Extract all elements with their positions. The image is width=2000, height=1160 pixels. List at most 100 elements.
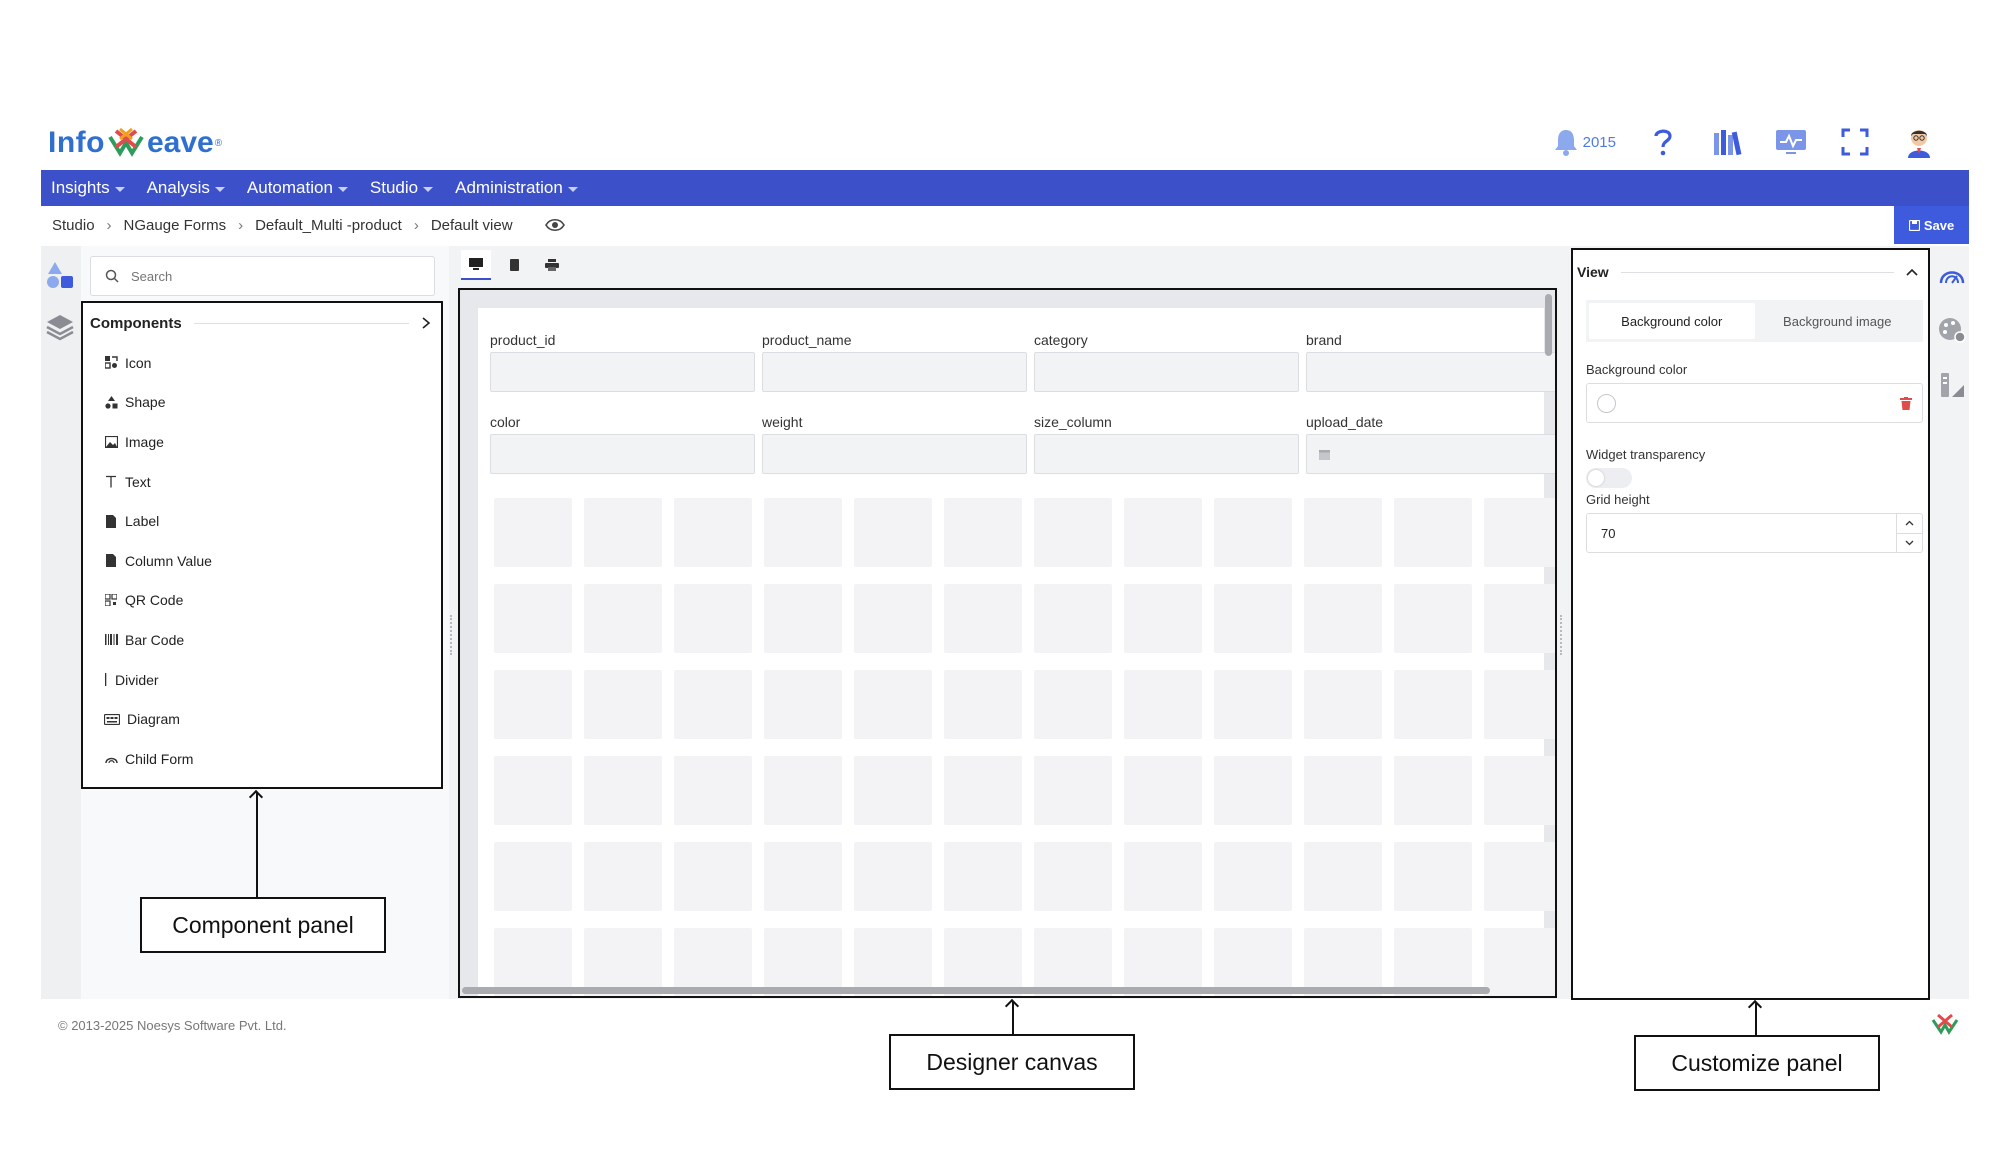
save-button[interactable]: Save [1894, 206, 1969, 244]
component-divider[interactable]: Divider [104, 660, 441, 700]
background-color-picker[interactable] [1586, 383, 1923, 423]
grid-cell[interactable] [674, 670, 752, 739]
help-icon[interactable] [1646, 125, 1680, 159]
component-bar-code[interactable]: Bar Code [104, 620, 441, 660]
grid-cell[interactable] [944, 584, 1022, 653]
print-view-button[interactable] [537, 250, 567, 280]
grid-cell[interactable] [584, 756, 662, 825]
search-input[interactable] [131, 268, 411, 284]
field-weight[interactable]: weight [762, 410, 1027, 474]
grid-cell[interactable] [1124, 498, 1202, 567]
grid-cell[interactable] [1124, 756, 1202, 825]
view-section-header[interactable]: View [1573, 252, 1928, 292]
grid-cell[interactable] [764, 498, 842, 567]
horizontal-scrollbar[interactable] [462, 987, 1490, 994]
grid-cell[interactable] [1394, 756, 1472, 825]
chevron-right-icon[interactable] [421, 316, 431, 330]
field-input[interactable] [1034, 434, 1299, 474]
breadcrumb-ngauge-forms[interactable]: NGauge Forms [124, 217, 227, 234]
grid-cell[interactable] [1304, 584, 1382, 653]
calendar-icon[interactable] [1319, 449, 1330, 460]
trash-icon[interactable] [1900, 396, 1912, 410]
nav-analysis[interactable]: Analysis [147, 178, 225, 198]
grid-cell[interactable] [1304, 842, 1382, 911]
theme-settings-icon[interactable] [1937, 315, 1967, 345]
grid-cell[interactable] [1484, 584, 1555, 653]
component-column-value[interactable]: Column Value [104, 541, 441, 581]
component-diagram[interactable]: Diagram [104, 699, 441, 739]
transparency-toggle[interactable] [1586, 468, 1632, 488]
infoveave-logo[interactable]: Info eave ® [48, 120, 222, 166]
component-text[interactable]: Text [104, 462, 441, 502]
user-avatar[interactable] [1902, 125, 1936, 159]
grid-cell[interactable] [674, 842, 752, 911]
component-shape[interactable]: Shape [104, 383, 441, 423]
grid-cell[interactable] [1214, 584, 1292, 653]
grid-cell[interactable] [584, 498, 662, 567]
library-icon[interactable] [1710, 125, 1744, 159]
grid-cell[interactable] [674, 756, 752, 825]
increment-button[interactable] [1897, 514, 1922, 533]
grid-cell[interactable] [1394, 842, 1472, 911]
grid-cell[interactable] [1484, 842, 1555, 911]
grid-cell[interactable] [584, 670, 662, 739]
decrement-button[interactable] [1897, 532, 1922, 553]
grid-cell[interactable] [854, 842, 932, 911]
grid-cell[interactable] [1304, 670, 1382, 739]
desktop-view-button[interactable] [461, 250, 491, 280]
tab-background-color[interactable]: Background color [1589, 303, 1755, 339]
gauge-icon[interactable] [1937, 260, 1967, 290]
grid-cell[interactable] [494, 756, 572, 825]
left-splitter-handle[interactable] [450, 615, 454, 655]
grid-cell[interactable] [1124, 584, 1202, 653]
grid-cell[interactable] [944, 842, 1022, 911]
grid-cell[interactable] [764, 584, 842, 653]
monitor-icon[interactable] [1774, 125, 1808, 159]
breadcrumb-form[interactable]: Default_Multi -product [255, 217, 402, 234]
field-color[interactable]: color [490, 410, 755, 474]
eye-icon[interactable] [544, 218, 565, 232]
layers-icon[interactable] [43, 310, 77, 344]
breadcrumb-studio[interactable]: Studio [52, 217, 95, 234]
grid-cell[interactable] [494, 498, 572, 567]
grid-cell[interactable] [1214, 498, 1292, 567]
nav-studio[interactable]: Studio [370, 178, 434, 198]
grid-cell[interactable] [1124, 842, 1202, 911]
field-input[interactable] [1306, 352, 1555, 392]
nav-automation[interactable]: Automation [247, 178, 348, 198]
grid-cell[interactable] [1484, 928, 1555, 996]
grid-cell[interactable] [674, 584, 752, 653]
field-input[interactable] [762, 434, 1027, 474]
grid-cell[interactable] [854, 498, 932, 567]
component-child-form[interactable]: Child Form [104, 739, 441, 779]
field-input[interactable] [490, 434, 755, 474]
grid-cell[interactable] [764, 842, 842, 911]
component-qr-code[interactable]: QR Code [104, 581, 441, 621]
shapes-icon[interactable] [43, 258, 77, 292]
grid-cell[interactable] [1304, 756, 1382, 825]
grid-cell[interactable] [1214, 756, 1292, 825]
field-product-name[interactable]: product_name [762, 328, 1027, 392]
grid-cell[interactable] [854, 756, 932, 825]
fullscreen-icon[interactable] [1838, 125, 1872, 159]
grid-cell[interactable] [1484, 670, 1555, 739]
tab-background-image[interactable]: Background image [1755, 303, 1921, 339]
mobile-view-button[interactable] [499, 250, 529, 280]
grid-cell[interactable] [1394, 498, 1472, 567]
grid-cell[interactable] [944, 670, 1022, 739]
field-brand[interactable]: brand [1306, 328, 1555, 392]
grid-cell[interactable] [494, 670, 572, 739]
vertical-scrollbar[interactable] [1545, 294, 1552, 356]
grid-cell[interactable] [584, 584, 662, 653]
grid-cell[interactable] [1484, 498, 1555, 567]
date-input[interactable] [1306, 434, 1555, 474]
grid-cell[interactable] [1034, 842, 1112, 911]
chevron-up-icon[interactable] [1906, 268, 1918, 276]
field-product-id[interactable]: product_id [490, 328, 755, 392]
right-splitter-handle[interactable] [1560, 615, 1564, 655]
data-settings-icon[interactable] [1937, 370, 1967, 400]
grid-cell[interactable] [1034, 498, 1112, 567]
component-image[interactable]: Image [104, 422, 441, 462]
field-input[interactable] [1034, 352, 1299, 392]
field-category[interactable]: category [1034, 328, 1299, 392]
